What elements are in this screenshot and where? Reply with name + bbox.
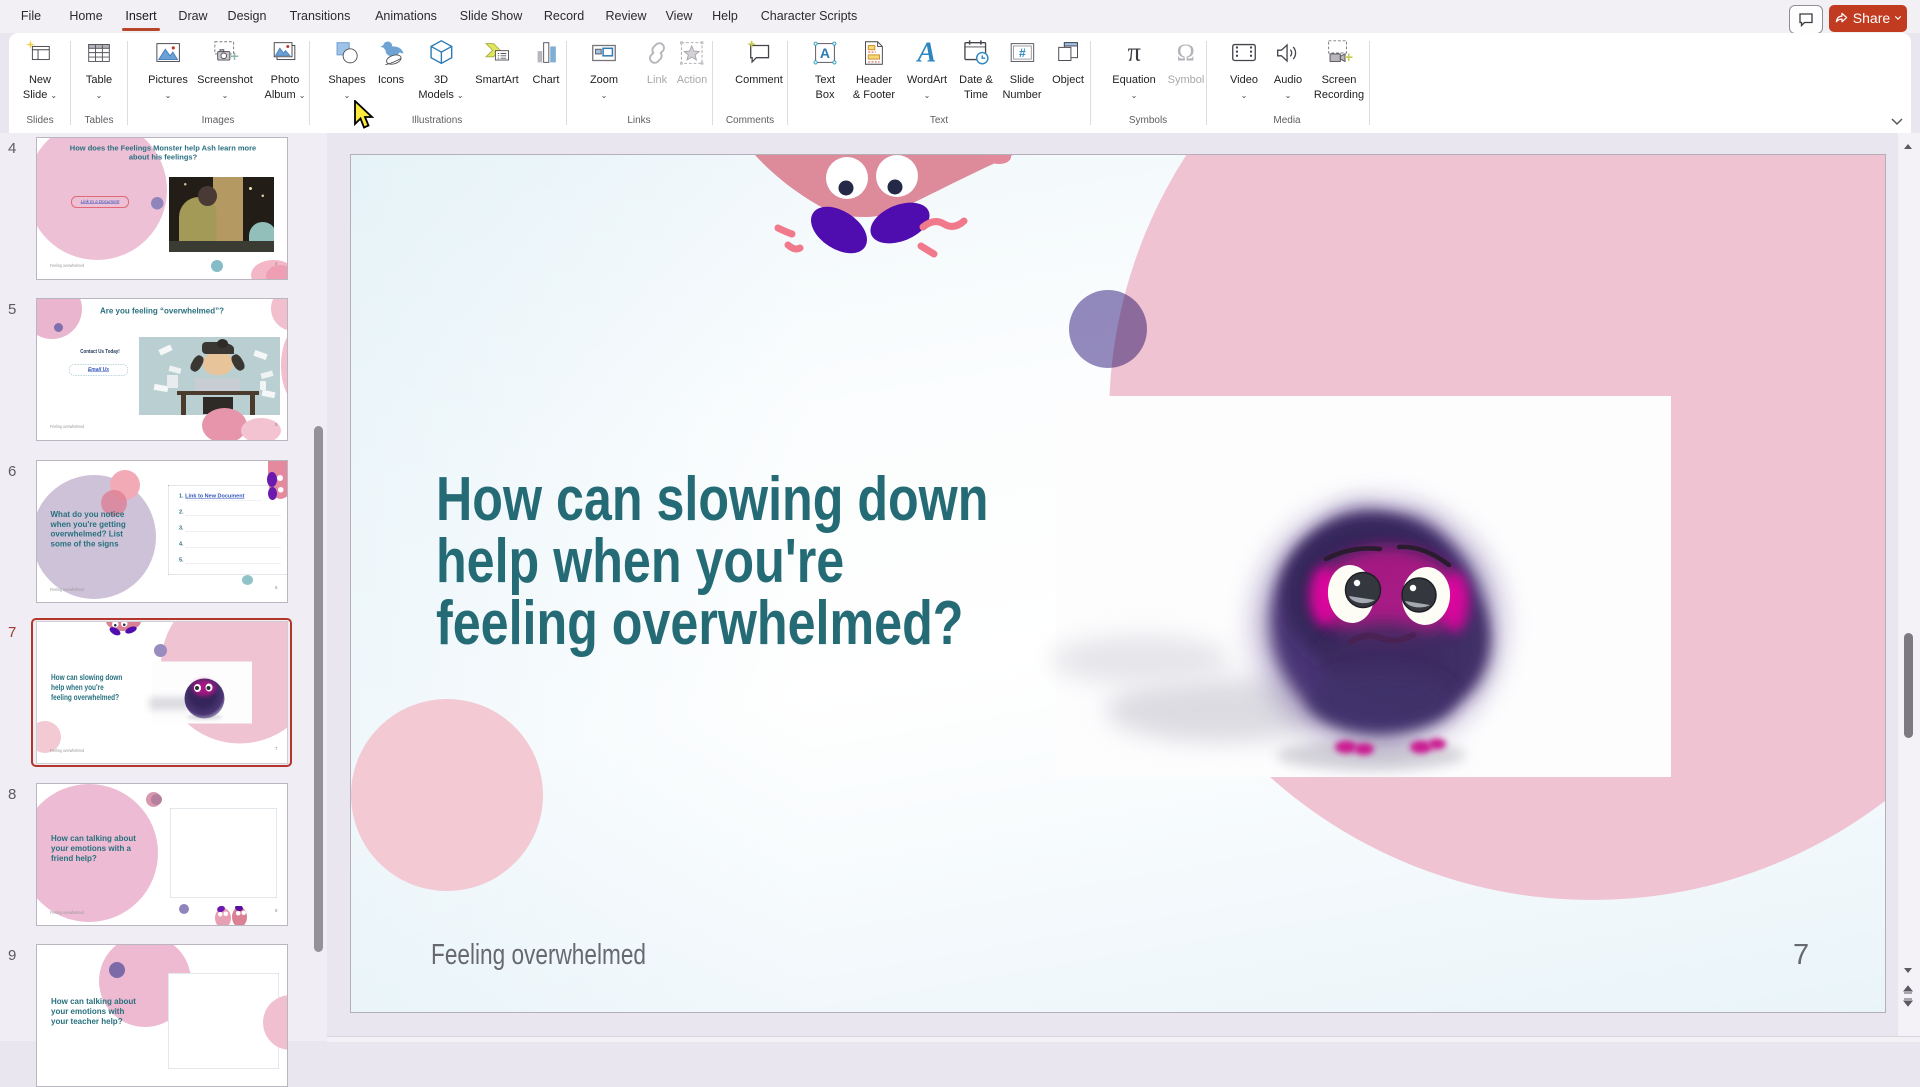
svg-text:Ω: Ω <box>1177 40 1195 67</box>
svg-text:π: π <box>1127 38 1140 67</box>
svg-text:A: A <box>820 45 830 61</box>
svg-text:#: # <box>1019 46 1026 60</box>
svg-text:A: A <box>916 38 937 68</box>
